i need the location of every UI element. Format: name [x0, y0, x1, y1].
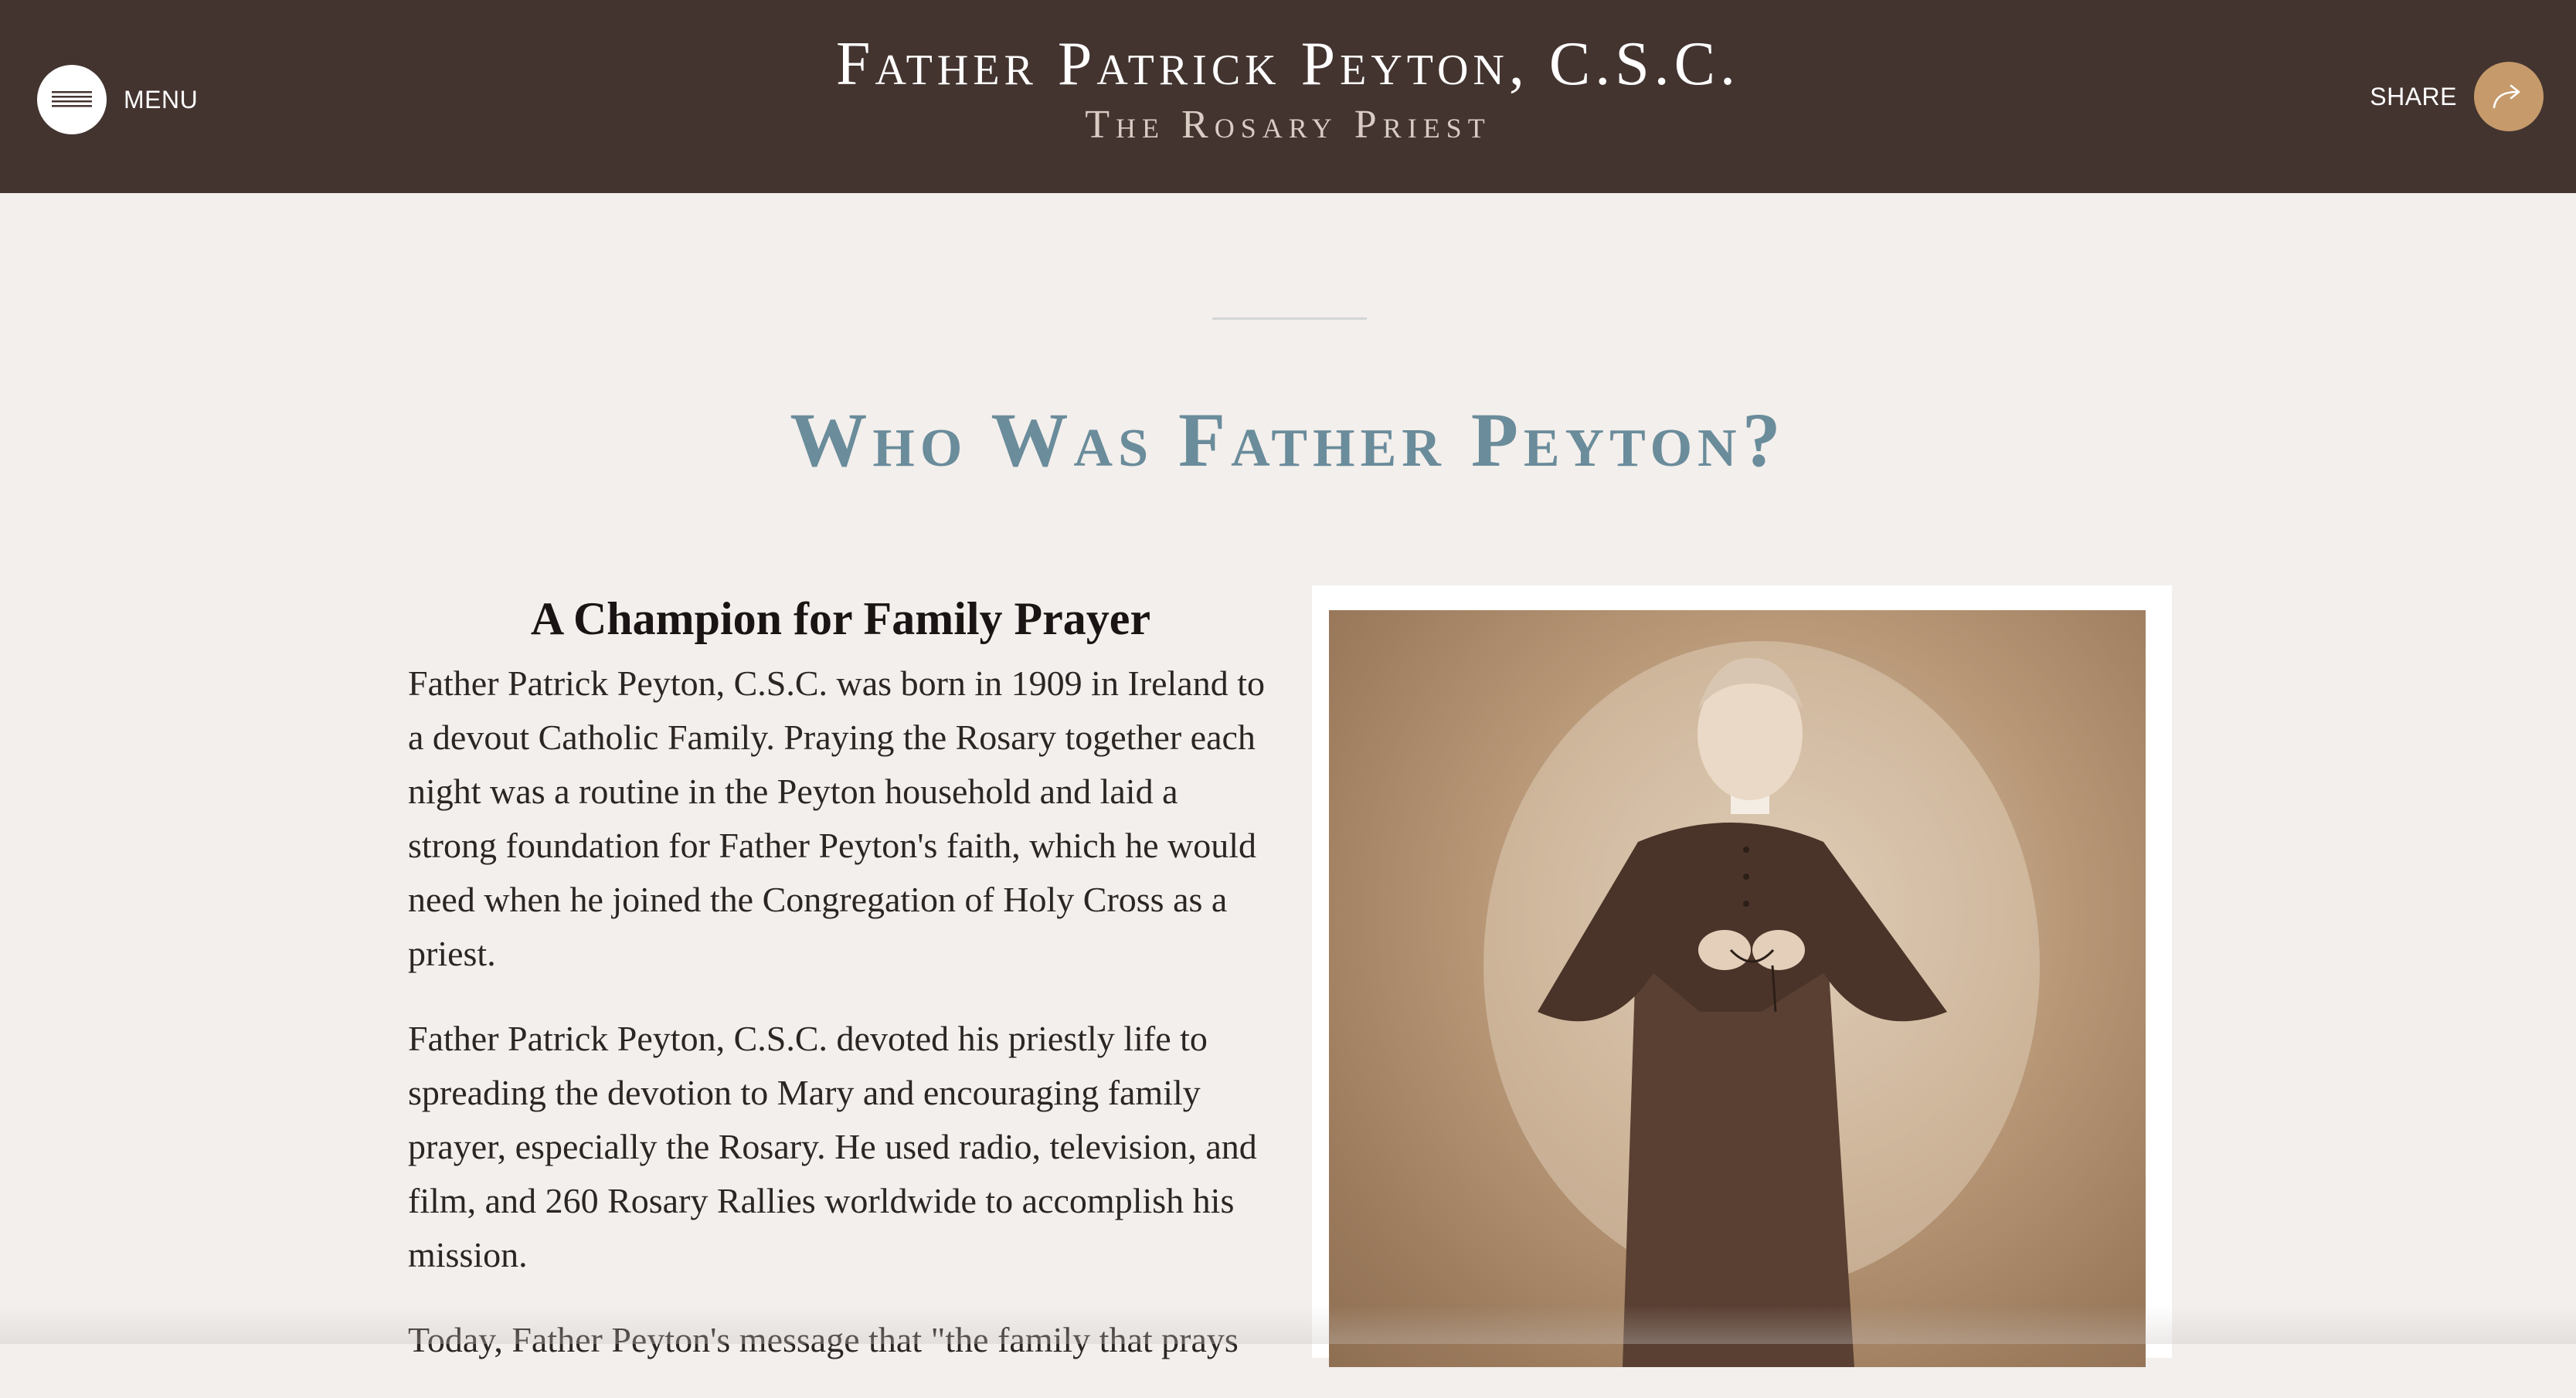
section-divider [1212, 317, 1367, 320]
sub-heading: A Champion for Family Prayer [530, 593, 1151, 644]
text-column: A Champion for Family Prayer Father Patr… [408, 584, 1273, 1398]
site-title[interactable]: Father Patrick Peyton, C.S.C. [0, 29, 2576, 99]
share-button[interactable]: SHARE [2370, 62, 2544, 131]
share-label[interactable]: SHARE [2370, 83, 2457, 111]
paragraph-today: Today, Father Peyton's message that "the… [408, 1320, 1239, 1359]
site-header: MENU Father Patrick Peyton, C.S.C. The R… [0, 0, 2576, 193]
section-heading: Who Was Father Peyton? [790, 397, 1786, 483]
paragraph-mission: Father Patrick Peyton, C.S.C. devoted hi… [408, 1019, 1257, 1274]
portrait-photo [1329, 610, 2146, 1367]
bottom-fade [0, 1305, 2576, 1344]
share-arrow-icon[interactable] [2474, 62, 2544, 131]
paragraph-birth: Father Patrick Peyton, C.S.C. was born i… [408, 663, 1265, 973]
portrait-frame [1312, 585, 2172, 1367]
site-subtitle: The Rosary Priest [1085, 103, 1491, 147]
